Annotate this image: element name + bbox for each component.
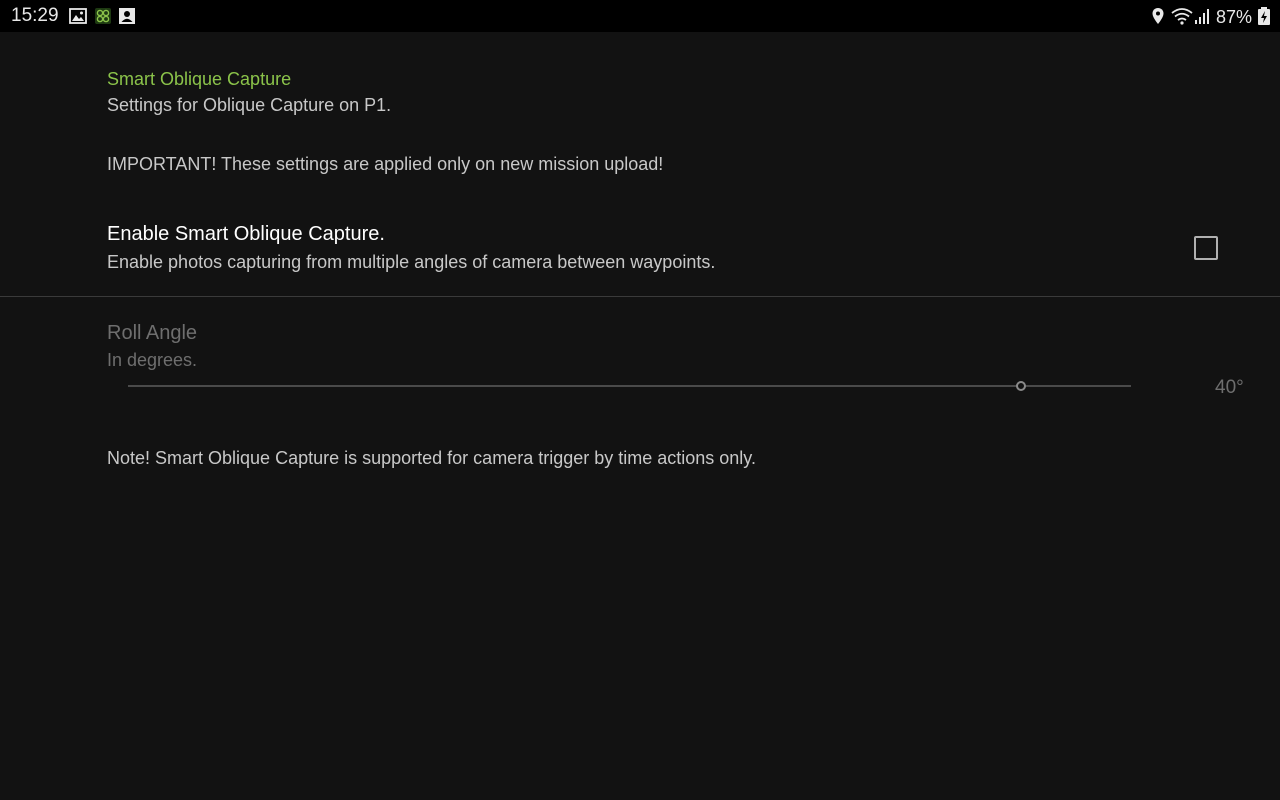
status-bar: 15:29 87% xyxy=(0,0,1280,32)
note-text: Note! Smart Oblique Capture is supported… xyxy=(107,448,756,468)
roll-angle-title: Roll Angle xyxy=(107,322,198,344)
app-notification-icon xyxy=(95,8,111,24)
battery-icon xyxy=(1258,7,1270,25)
battery-percent: 87% xyxy=(1216,7,1253,27)
category-title: Smart Oblique Capture xyxy=(107,69,292,89)
contact-icon xyxy=(119,8,135,24)
enable-smart-oblique-row[interactable]: Enable Smart Oblique Capture. Enable pho… xyxy=(0,216,1280,296)
roll-angle-value: 40° xyxy=(1215,377,1244,398)
gallery-icon xyxy=(69,8,87,24)
enable-smart-oblique-summary: Enable photos capturing from multiple an… xyxy=(107,252,716,272)
enable-smart-oblique-checkbox[interactable] xyxy=(1194,236,1218,260)
important-notice: IMPORTANT! These settings are applied on… xyxy=(107,154,664,174)
wifi-icon xyxy=(1171,8,1193,25)
location-icon xyxy=(1152,8,1164,24)
settings-screen: Smart Oblique Capture Settings for Obliq… xyxy=(0,32,1280,800)
roll-angle-slider-track[interactable] xyxy=(128,385,1131,387)
signal-icon xyxy=(1195,9,1209,24)
status-time: 15:29 xyxy=(11,5,59,26)
roll-angle-summary: In degrees. xyxy=(107,350,198,370)
divider xyxy=(0,296,1280,297)
category-subtitle: Settings for Oblique Capture on P1. xyxy=(107,95,392,115)
enable-smart-oblique-title: Enable Smart Oblique Capture. xyxy=(107,223,385,245)
roll-angle-slider-thumb[interactable] xyxy=(1015,381,1026,391)
